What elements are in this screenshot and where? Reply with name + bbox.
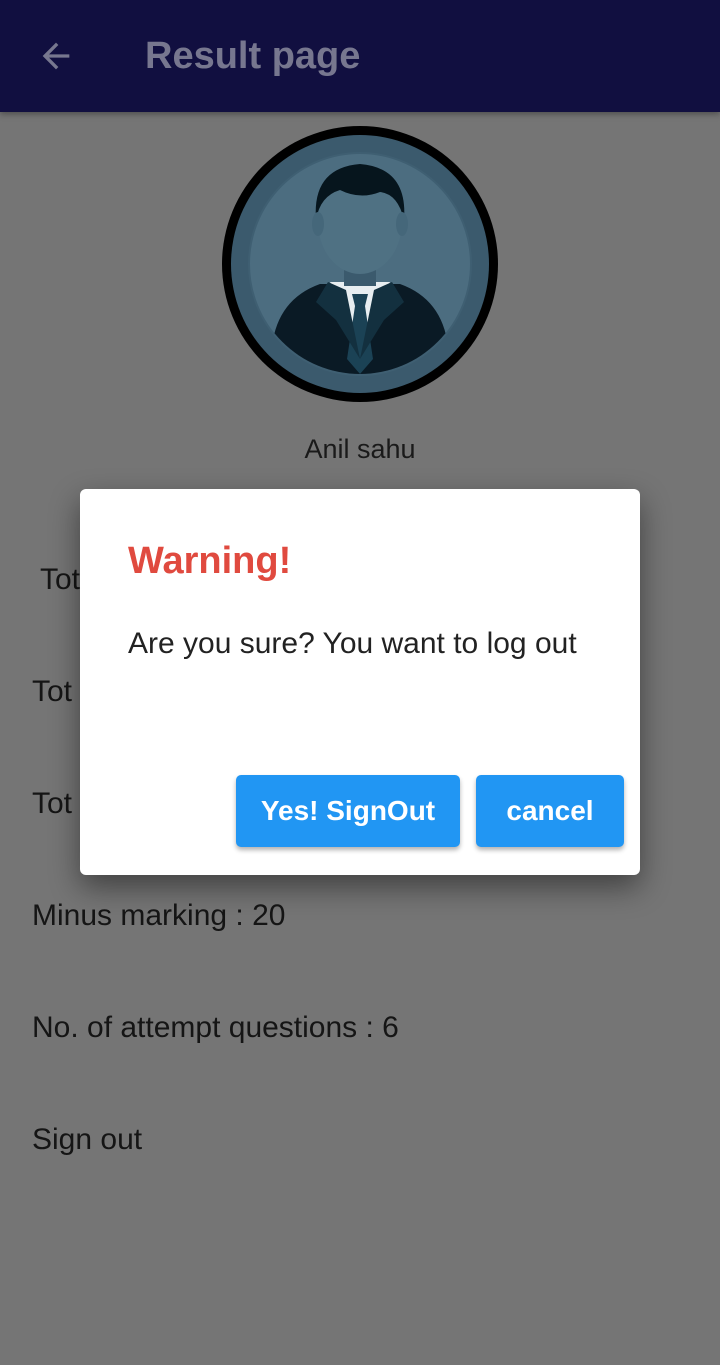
arrow-left-icon [42, 42, 70, 70]
cancel-button[interactable]: cancel [476, 775, 624, 847]
page-title: Result page [145, 35, 361, 77]
logout-warning-dialog: Warning! Are you sure? You want to log o… [80, 489, 640, 875]
attempted-questions-stat: No. of attempt questions : 6 [32, 1011, 399, 1044]
back-button[interactable] [28, 30, 84, 82]
dialog-message: Are you sure? You want to log out [128, 627, 577, 660]
user-name: Anil sahu [304, 434, 416, 464]
confirm-signout-button[interactable]: Yes! SignOut [236, 775, 460, 847]
total-stat-3: Tot [32, 787, 73, 820]
sign-out-link[interactable]: Sign out [32, 1122, 142, 1158]
total-stat-1: Tot [40, 563, 81, 596]
dialog-title: Warning! [128, 540, 292, 582]
minus-marking-stat: Minus marking : 20 [32, 899, 286, 932]
total-stat-2: Tot [32, 675, 73, 708]
app-bar: Result page [0, 0, 720, 112]
user-avatar-icon [222, 126, 498, 402]
